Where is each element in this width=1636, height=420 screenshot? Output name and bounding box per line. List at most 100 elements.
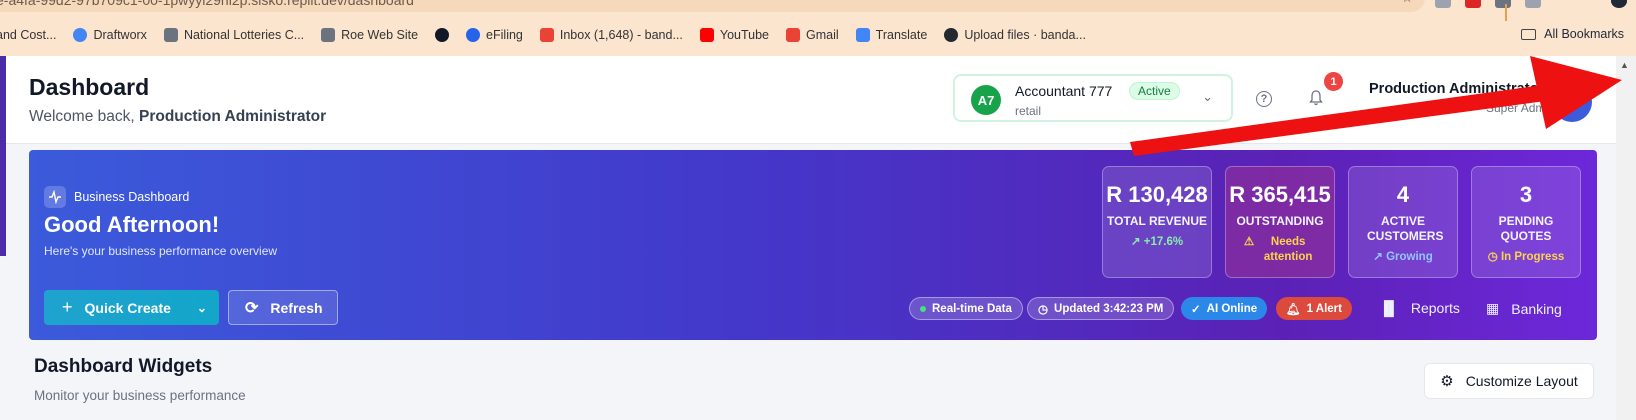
translate-icon [855,28,870,42]
all-bookmarks-button[interactable]: All Bookmarks [1521,27,1624,41]
bookmark-item[interactable]: National Lotteries C... [163,28,305,42]
bookmark-item[interactable]: Roe Web Site [321,28,418,42]
stat-label: PENDING QUOTES [1498,214,1554,243]
account-status-badge: Active [1129,82,1180,100]
bookmark-item[interactable]: Draftworx [73,28,147,42]
stat-trend-text: Needs attention [1263,236,1313,263]
stat-card-pending-quotes: 3 PENDING QUOTES ◷ In Progress [1471,166,1581,278]
bookmark-item[interactable]: Translate [855,28,927,42]
stat-trend-text: In Progress [1500,251,1565,263]
extension-icon[interactable] [1465,0,1481,8]
stat-trend: ↗ Growing [1349,250,1457,265]
account-switcher[interactable]: A7 Accountant 777 Active retail ⌄ [953,74,1233,122]
stat-trend: ↗ +17.6% [1103,235,1211,250]
bookmark-label: Inbox (1,648) - band... [559,28,683,42]
alert-chip[interactable]: 🔔︎ 1 Alert [1276,297,1352,320]
ai-status-chip: ✓ AI Online [1181,297,1268,320]
bookmark-label: Gmail [806,28,839,42]
bookmark-item[interactable]: Gmail [786,28,839,42]
flag-icon [163,28,178,42]
scroll-up-icon[interactable]: ▲ [1620,60,1629,70]
refresh-button[interactable]: ⟳ Refresh [228,290,338,325]
bookmark-label: YouTube [719,28,769,42]
plus-icon: + [62,297,73,317]
bookmarks-separator [1505,4,1507,21]
banking-label: Banking [1511,300,1562,317]
section-subtitle: Monitor your business performance [34,388,246,403]
scrollbar[interactable]: ▲ [1616,56,1636,420]
bookmark-item[interactable]: Upload files · banda... [944,28,1086,42]
welcome-prefix: Welcome back, [29,108,135,125]
chart-up-icon: ↗ [1373,251,1387,263]
warning-icon: ⚠ [1243,236,1255,248]
trend-up-icon: ↗ [1130,236,1144,248]
stat-value: 3 [1519,182,1533,207]
help-icon[interactable]: ? [1256,91,1272,107]
greeting: Good Afternoon! [44,212,220,237]
bookmark-item[interactable]: YouTube [699,28,769,42]
chip-label: Real-time Data [932,302,1012,315]
bookmark-item[interactable]: Inbox (1,648) - band... [539,28,683,42]
app-page: Dashboard Welcome back, Production Admin… [0,56,1636,420]
realtime-data-chip: Real-time Data [909,297,1023,320]
chrome-icon [73,28,88,42]
account-name: Accountant 777 [1015,83,1113,99]
bell-icon: 🔔︎ [1286,303,1301,316]
extension-icon[interactable] [1495,0,1511,8]
bookmark-item[interactable] [435,28,450,42]
chevron-down-icon: ⌄ [1202,89,1213,104]
extension-icon[interactable] [1435,0,1451,8]
banking-link[interactable]: ▦ Banking [1486,300,1562,317]
stat-trend-text: Growing [1386,251,1433,263]
user-avatar[interactable] [1552,82,1592,122]
reports-link[interactable]: ▐▌ Reports [1379,300,1460,316]
bookmark-label: Upload files · banda... [964,28,1086,42]
extension-icon[interactable] [1525,0,1541,8]
extension-icons [1435,0,1627,8]
bookmark-label: eFiling [486,28,523,42]
clock-icon: ◷ [1038,303,1049,316]
stat-value: R 130,428 [1106,182,1208,207]
page-title: Dashboard [29,74,150,100]
chevron-down-icon: ⌄ [196,300,207,315]
welcome-user-name: Production Administrator [138,108,327,125]
bookmark-item[interactable]: eFiling [466,28,523,42]
reports-label: Reports [1410,300,1460,316]
bookmark-label: Draftworx [93,28,147,42]
live-dot-icon [920,305,926,312]
github-icon [944,28,959,42]
customize-layout-button[interactable]: ⚙ Customize Layout [1424,363,1594,399]
bookmark-item[interactable]: and Cost... [0,28,56,42]
gear-icon: ⚙ [1440,373,1454,390]
image-icon [321,28,336,42]
profile-avatar-icon[interactable] [1611,0,1627,8]
stat-label: ACTIVE CUSTOMERS [1367,214,1444,243]
chip-label: AI Online [1206,302,1258,315]
account-type: retail [1015,104,1042,118]
stat-value: R 365,415 [1229,182,1331,207]
customize-layout-label: Customize Layout [1465,373,1578,389]
bar-chart-icon: ▐▌ [1379,300,1399,316]
stat-trend-text: +17.6% [1143,236,1184,248]
stat-label: TOTAL REVENUE [1106,214,1207,228]
bookmark-label: and Cost... [0,28,57,42]
chip-label: 1 Alert [1306,302,1342,315]
page-header: Dashboard Welcome back, Production Admin… [6,56,1616,144]
quick-create-button[interactable]: + Quick Create ⌄ [44,290,219,325]
user-name[interactable]: Production Administrator [1369,81,1544,97]
bell-icon[interactable] [1309,90,1323,106]
stat-card-total-revenue: R 130,428 TOTAL REVENUE ↗ +17.6% [1102,166,1212,278]
account-avatar: A7 [971,85,1001,115]
bookmark-label: National Lotteries C... [183,28,305,42]
banner-tag-label: Business Dashboard [74,190,190,204]
browser-chrome: e-a4fa-99d2-97b709c1-00-1pwyyl29hl2p.sis… [0,0,1636,56]
stat-trend: ◷ In Progress [1472,250,1580,265]
folder-icon [1521,28,1537,40]
banner-description: Here's your business performance overvie… [44,244,278,258]
address-bar[interactable]: e-a4fa-99d2-97b709c1-00-1pwyyl29hl2p.sis… [0,0,1425,12]
bookmark-star-icon[interactable]: ☆ [1401,0,1413,6]
activity-icon [44,186,66,208]
gmail-icon [539,28,554,42]
bookmark-label: Roe Web Site [341,28,419,42]
quick-create-label: Quick Create [84,299,171,316]
